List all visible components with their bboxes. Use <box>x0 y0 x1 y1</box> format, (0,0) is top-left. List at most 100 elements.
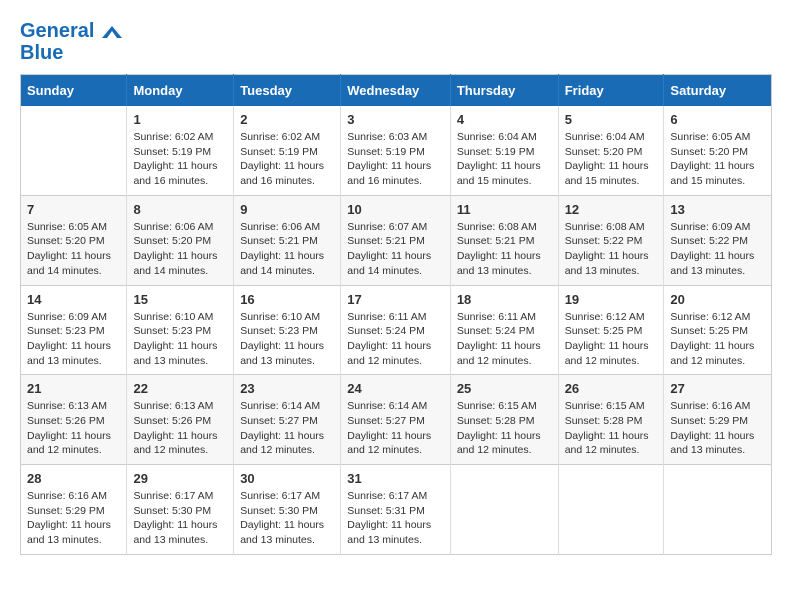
day-number: 21 <box>27 381 120 396</box>
day-info: Sunrise: 6:16 AMSunset: 5:29 PMDaylight:… <box>27 489 120 548</box>
day-info: Sunrise: 6:09 AMSunset: 5:22 PMDaylight:… <box>670 220 765 279</box>
day-number: 11 <box>457 202 552 217</box>
day-info: Sunrise: 6:10 AMSunset: 5:23 PMDaylight:… <box>240 310 334 369</box>
day-number: 12 <box>565 202 658 217</box>
day-info: Sunrise: 6:10 AMSunset: 5:23 PMDaylight:… <box>133 310 227 369</box>
week-row-3: 14 Sunrise: 6:09 AMSunset: 5:23 PMDayligh… <box>21 285 772 375</box>
calendar-cell: 7 Sunrise: 6:05 AMSunset: 5:20 PMDaylight… <box>21 195 127 285</box>
calendar-cell: 15 Sunrise: 6:10 AMSunset: 5:23 PMDayligh… <box>127 285 234 375</box>
day-number: 13 <box>670 202 765 217</box>
calendar-cell: 24 Sunrise: 6:14 AMSunset: 5:27 PMDayligh… <box>341 375 451 465</box>
day-number: 9 <box>240 202 334 217</box>
logo-arrow-icon <box>102 26 122 38</box>
day-info: Sunrise: 6:02 AMSunset: 5:19 PMDaylight:… <box>133 130 227 189</box>
day-number: 19 <box>565 292 658 307</box>
calendar-cell: 27Sunrise: 6:16 AMSunset: 5:29 PMDayligh… <box>664 375 772 465</box>
day-info: Sunrise: 6:06 AMSunset: 5:20 PMDaylight:… <box>133 220 227 279</box>
calendar-cell: 6Sunrise: 6:05 AMSunset: 5:20 PMDaylight… <box>664 106 772 195</box>
day-info: Sunrise: 6:08 AMSunset: 5:21 PMDaylight:… <box>457 220 552 279</box>
day-info: Sunrise: 6:14 AMSunset: 5:27 PMDaylight:… <box>240 399 334 458</box>
calendar-cell <box>21 106 127 195</box>
day-info: Sunrise: 6:04 AMSunset: 5:19 PMDaylight:… <box>457 130 552 189</box>
calendar-cell: 8 Sunrise: 6:06 AMSunset: 5:20 PMDaylight… <box>127 195 234 285</box>
day-info: Sunrise: 6:07 AMSunset: 5:21 PMDaylight:… <box>347 220 444 279</box>
day-number: 20 <box>670 292 765 307</box>
day-number: 15 <box>133 292 227 307</box>
day-number: 22 <box>133 381 227 396</box>
calendar-cell: 22 Sunrise: 6:13 AMSunset: 5:26 PMDayligh… <box>127 375 234 465</box>
day-number: 17 <box>347 292 444 307</box>
calendar-cell: 16Sunrise: 6:10 AMSunset: 5:23 PMDayligh… <box>234 285 341 375</box>
day-info: Sunrise: 6:06 AMSunset: 5:21 PMDaylight:… <box>240 220 334 279</box>
day-number: 28 <box>27 471 120 486</box>
day-number: 4 <box>457 112 552 127</box>
day-info: Sunrise: 6:13 AMSunset: 5:26 PMDaylight:… <box>27 399 120 458</box>
weekday-header-friday: Friday <box>558 75 664 107</box>
calendar-cell: 14 Sunrise: 6:09 AMSunset: 5:23 PMDayligh… <box>21 285 127 375</box>
day-info: Sunrise: 6:11 AMSunset: 5:24 PMDaylight:… <box>457 310 552 369</box>
day-info: Sunrise: 6:17 AMSunset: 5:30 PMDaylight:… <box>133 489 227 548</box>
calendar-cell <box>450 465 558 555</box>
calendar-cell: 10 Sunrise: 6:07 AMSunset: 5:21 PMDayligh… <box>341 195 451 285</box>
weekday-header-wednesday: Wednesday <box>341 75 451 107</box>
calendar-cell: 20 Sunrise: 6:12 AMSunset: 5:25 PMDayligh… <box>664 285 772 375</box>
calendar-cell: 31 Sunrise: 6:17 AMSunset: 5:31 PMDayligh… <box>341 465 451 555</box>
weekday-header-sunday: Sunday <box>21 75 127 107</box>
week-row-2: 7 Sunrise: 6:05 AMSunset: 5:20 PMDaylight… <box>21 195 772 285</box>
day-info: Sunrise: 6:13 AMSunset: 5:26 PMDaylight:… <box>133 399 227 458</box>
calendar-cell: 5Sunrise: 6:04 AMSunset: 5:20 PMDaylight… <box>558 106 664 195</box>
calendar-cell: 28 Sunrise: 6:16 AMSunset: 5:29 PMDayligh… <box>21 465 127 555</box>
calendar-cell: 23 Sunrise: 6:14 AMSunset: 5:27 PMDayligh… <box>234 375 341 465</box>
day-number: 3 <box>347 112 444 127</box>
day-number: 30 <box>240 471 334 486</box>
day-number: 27 <box>670 381 765 396</box>
calendar-cell: 29 Sunrise: 6:17 AMSunset: 5:30 PMDayligh… <box>127 465 234 555</box>
day-number: 10 <box>347 202 444 217</box>
day-number: 1 <box>133 112 227 127</box>
weekday-header-saturday: Saturday <box>664 75 772 107</box>
weekday-header-tuesday: Tuesday <box>234 75 341 107</box>
day-info: Sunrise: 6:03 AMSunset: 5:19 PMDaylight:… <box>347 130 444 189</box>
calendar-table: SundayMondayTuesdayWednesdayThursdayFrid… <box>20 74 772 555</box>
weekday-header-thursday: Thursday <box>450 75 558 107</box>
day-info: Sunrise: 6:14 AMSunset: 5:27 PMDaylight:… <box>347 399 444 458</box>
calendar-cell: 1 Sunrise: 6:02 AMSunset: 5:19 PMDaylight… <box>127 106 234 195</box>
calendar-cell: 18 Sunrise: 6:11 AMSunset: 5:24 PMDayligh… <box>450 285 558 375</box>
day-info: Sunrise: 6:12 AMSunset: 5:25 PMDaylight:… <box>670 310 765 369</box>
day-number: 2 <box>240 112 334 127</box>
day-number: 23 <box>240 381 334 396</box>
day-info: Sunrise: 6:17 AMSunset: 5:30 PMDaylight:… <box>240 489 334 548</box>
calendar-cell: 19 Sunrise: 6:12 AMSunset: 5:25 PMDayligh… <box>558 285 664 375</box>
calendar-cell: 12 Sunrise: 6:08 AMSunset: 5:22 PMDayligh… <box>558 195 664 285</box>
day-number: 18 <box>457 292 552 307</box>
calendar-cell: 25Sunrise: 6:15 AMSunset: 5:28 PMDayligh… <box>450 375 558 465</box>
day-number: 7 <box>27 202 120 217</box>
day-number: 5 <box>565 112 658 127</box>
day-info: Sunrise: 6:02 AMSunset: 5:19 PMDaylight:… <box>240 130 334 189</box>
day-number: 31 <box>347 471 444 486</box>
calendar-cell: 17 Sunrise: 6:11 AMSunset: 5:24 PMDayligh… <box>341 285 451 375</box>
day-info: Sunrise: 6:08 AMSunset: 5:22 PMDaylight:… <box>565 220 658 279</box>
day-info: Sunrise: 6:05 AMSunset: 5:20 PMDaylight:… <box>27 220 120 279</box>
calendar-cell: 21 Sunrise: 6:13 AMSunset: 5:26 PMDayligh… <box>21 375 127 465</box>
day-info: Sunrise: 6:12 AMSunset: 5:25 PMDaylight:… <box>565 310 658 369</box>
logo-wordmark: General Blue <box>20 20 122 64</box>
day-info: Sunrise: 6:17 AMSunset: 5:31 PMDaylight:… <box>347 489 444 548</box>
calendar-cell <box>558 465 664 555</box>
day-info: Sunrise: 6:11 AMSunset: 5:24 PMDaylight:… <box>347 310 444 369</box>
day-number: 29 <box>133 471 227 486</box>
weekday-header-monday: Monday <box>127 75 234 107</box>
week-row-4: 21 Sunrise: 6:13 AMSunset: 5:26 PMDayligh… <box>21 375 772 465</box>
page-header: General Blue <box>20 20 772 64</box>
calendar-cell: 4 Sunrise: 6:04 AMSunset: 5:19 PMDaylight… <box>450 106 558 195</box>
weekday-header-row: SundayMondayTuesdayWednesdayThursdayFrid… <box>21 75 772 107</box>
day-number: 14 <box>27 292 120 307</box>
week-row-5: 28 Sunrise: 6:16 AMSunset: 5:29 PMDayligh… <box>21 465 772 555</box>
day-number: 26 <box>565 381 658 396</box>
day-number: 8 <box>133 202 227 217</box>
calendar-cell: 13 Sunrise: 6:09 AMSunset: 5:22 PMDayligh… <box>664 195 772 285</box>
day-info: Sunrise: 6:05 AMSunset: 5:20 PMDaylight:… <box>670 130 765 189</box>
day-info: Sunrise: 6:09 AMSunset: 5:23 PMDaylight:… <box>27 310 120 369</box>
day-number: 24 <box>347 381 444 396</box>
calendar-cell: 3 Sunrise: 6:03 AMSunset: 5:19 PMDaylight… <box>341 106 451 195</box>
